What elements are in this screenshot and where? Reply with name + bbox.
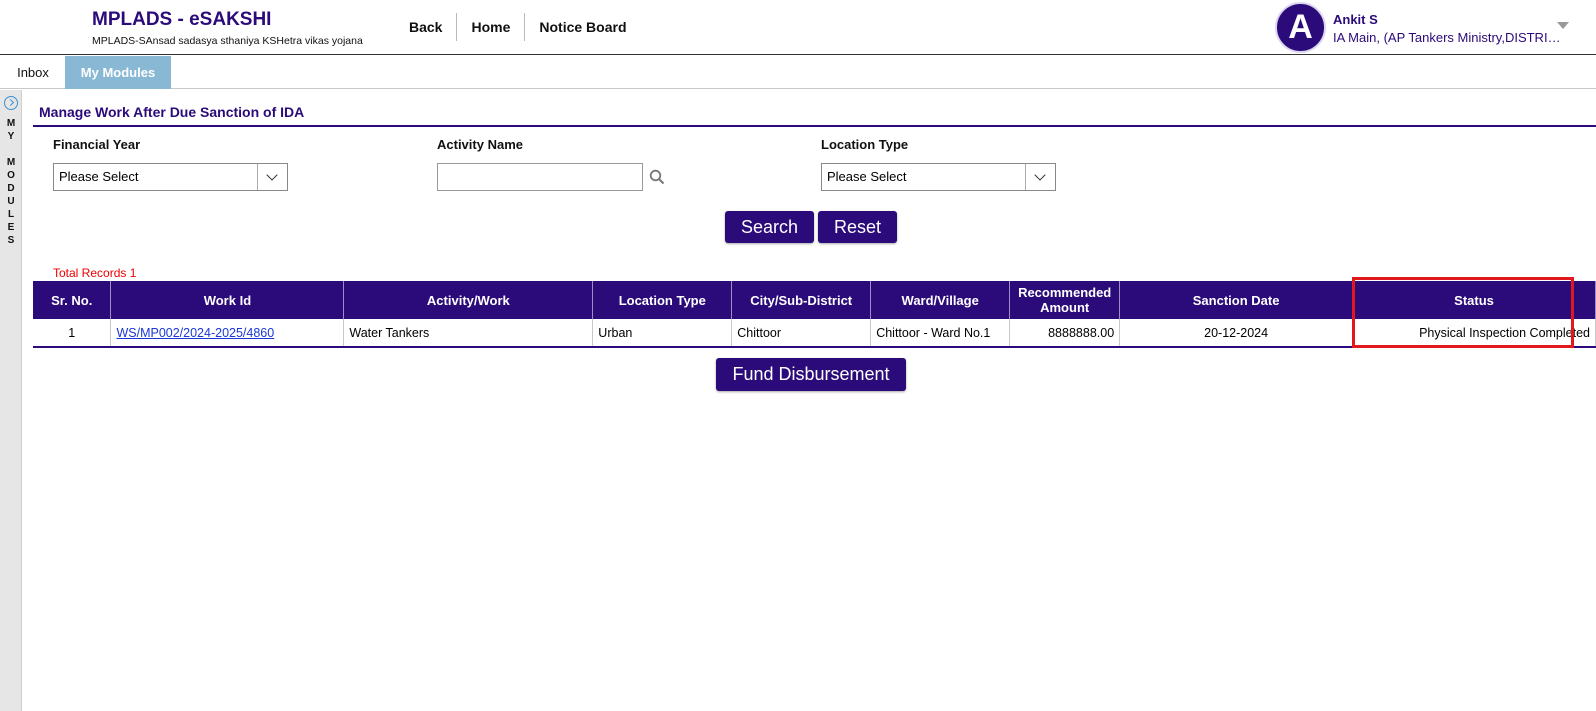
back-link[interactable]: Back bbox=[395, 13, 456, 41]
sidebar-letter: O bbox=[7, 170, 15, 181]
column-header: Work Id bbox=[110, 281, 345, 319]
activity-name-input[interactable] bbox=[437, 163, 643, 191]
location-type-value: Please Select bbox=[827, 169, 907, 184]
sidebar-letter: M bbox=[6, 118, 16, 129]
expand-sidebar-icon[interactable] bbox=[4, 96, 18, 110]
app-subtitle: MPLADS-SAnsad sadasya sthaniya KSHetra v… bbox=[92, 35, 363, 47]
app-title: MPLADS - eSAKSHI bbox=[92, 9, 272, 30]
sidebar-letter: Y bbox=[7, 131, 15, 142]
sidebar-letter: S bbox=[7, 235, 15, 246]
sr-no-cell: 1 bbox=[33, 319, 112, 347]
reset-button[interactable]: Reset bbox=[818, 211, 897, 243]
column-header: Recommended Amount bbox=[1009, 281, 1121, 319]
sidebar-label: M Y M O D U L E S bbox=[0, 117, 22, 247]
total-records: Total Records 1 bbox=[53, 266, 137, 280]
column-header: Ward/Village bbox=[870, 281, 1011, 319]
table-header-row: Sr. No. Work Id Activity/Work Location T… bbox=[33, 281, 1596, 319]
location-type-cell: Urban bbox=[592, 319, 733, 347]
home-link[interactable]: Home bbox=[457, 13, 524, 41]
city-cell: Chittoor bbox=[731, 319, 872, 347]
column-header: Sanction Date bbox=[1119, 281, 1354, 319]
chevron-down-icon[interactable] bbox=[257, 164, 287, 190]
activity-cell: Water Tankers bbox=[343, 319, 594, 347]
column-header: Sr. No. bbox=[33, 281, 112, 319]
sidebar-letter: U bbox=[7, 196, 15, 207]
user-name[interactable]: Ankit S bbox=[1333, 12, 1378, 27]
top-nav: Back Home Notice Board bbox=[395, 13, 641, 41]
page-title: Manage Work After Due Sanction of IDA bbox=[39, 104, 305, 120]
tab-inbox[interactable]: Inbox bbox=[8, 56, 58, 89]
location-type-select[interactable]: Please Select bbox=[821, 163, 1056, 191]
sidebar-letter: L bbox=[7, 209, 15, 220]
search-button[interactable]: Search bbox=[725, 211, 814, 243]
sidebar-letter: D bbox=[7, 183, 15, 194]
user-menu-caret-icon[interactable] bbox=[1557, 22, 1569, 29]
amount-cell: 8888888.00 bbox=[1009, 319, 1121, 347]
user-role: IA Main, (AP Tankers Ministry,DISTRICT C… bbox=[1333, 30, 1563, 45]
tab-my-modules[interactable]: My Modules bbox=[65, 56, 171, 89]
module-tabs: Inbox My Modules bbox=[0, 56, 1596, 89]
financial-year-select[interactable]: Please Select bbox=[53, 163, 288, 191]
work-id-link[interactable]: WS/MP002/2024-2025/4860 bbox=[116, 326, 274, 340]
chevron-down-icon[interactable] bbox=[1025, 164, 1055, 190]
work-id-cell: WS/MP002/2024-2025/4860 bbox=[110, 319, 345, 347]
column-header: Location Type bbox=[592, 281, 733, 319]
search-icon[interactable] bbox=[649, 169, 665, 185]
column-header: Status bbox=[1352, 281, 1596, 319]
column-header: Activity/Work bbox=[343, 281, 594, 319]
avatar[interactable]: A bbox=[1275, 2, 1326, 53]
sidebar-letter: E bbox=[7, 222, 15, 233]
app-header: MPLADS - eSAKSHI MPLADS-SAnsad sadasya s… bbox=[0, 0, 1596, 55]
title-divider bbox=[33, 125, 1596, 127]
ward-cell: Chittoor - Ward No.1 bbox=[870, 319, 1011, 347]
table-row: 1 WS/MP002/2024-2025/4860 Water Tankers … bbox=[33, 319, 1596, 347]
works-table: Sr. No. Work Id Activity/Work Location T… bbox=[33, 281, 1596, 348]
sidebar-letter: M bbox=[6, 157, 16, 168]
my-modules-sidebar[interactable]: M Y M O D U L E S bbox=[0, 90, 22, 711]
sidebar-letter bbox=[0, 143, 22, 156]
sanction-date-cell: 20-12-2024 bbox=[1119, 319, 1354, 347]
location-type-label: Location Type bbox=[821, 137, 909, 152]
activity-name-label: Activity Name bbox=[437, 137, 523, 152]
notice-board-link[interactable]: Notice Board bbox=[525, 13, 640, 41]
column-header: City/Sub-District bbox=[731, 281, 872, 319]
financial-year-value: Please Select bbox=[59, 169, 139, 184]
fund-disbursement-button[interactable]: Fund Disbursement bbox=[716, 358, 906, 391]
financial-year-label: Financial Year bbox=[53, 137, 141, 152]
status-cell: Physical Inspection Completed bbox=[1352, 319, 1596, 347]
